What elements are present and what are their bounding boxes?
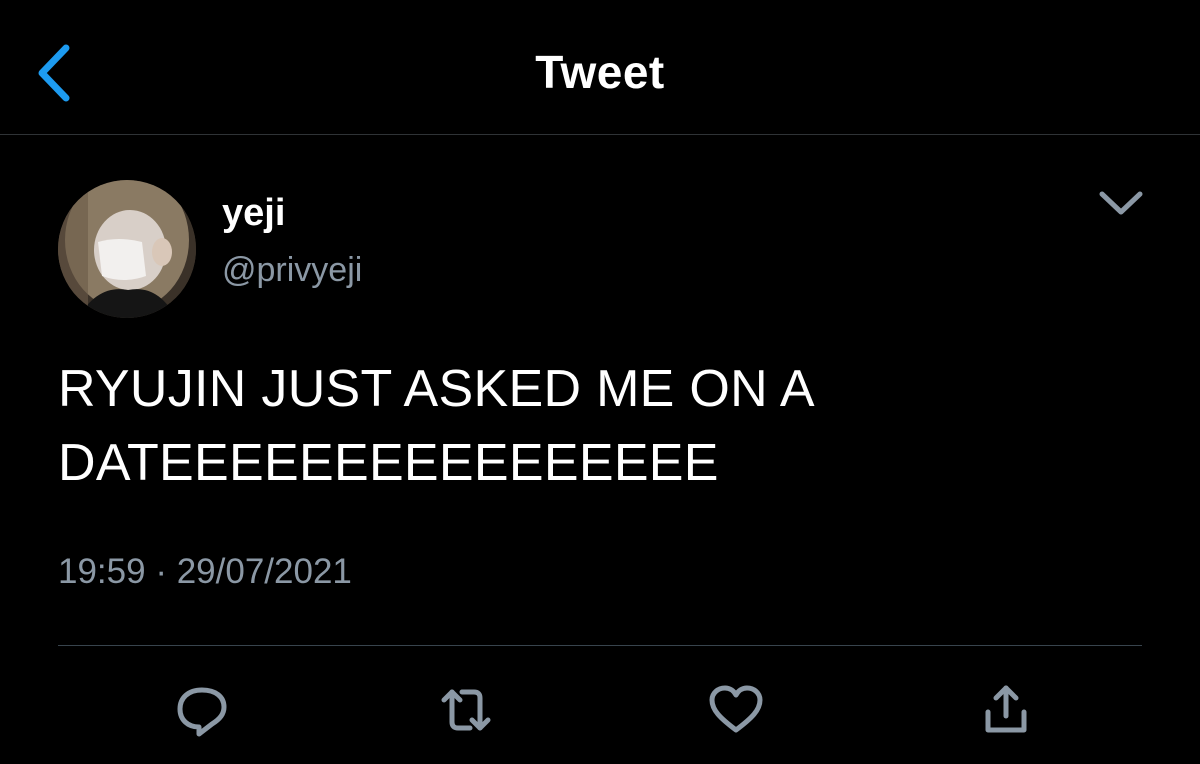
tweet-text-line: RYUJIN JUST ASKED ME ON A: [58, 360, 815, 418]
retweet-button[interactable]: [436, 682, 496, 738]
divider: [58, 645, 1142, 646]
tweet-timestamp: 19:59 · 29/07/2021: [58, 550, 352, 594]
avatar[interactable]: [58, 180, 196, 318]
page-title: Tweet: [535, 46, 665, 98]
timestamp-separator: ·: [155, 552, 167, 591]
share-icon: [985, 685, 1027, 733]
heart-icon: [709, 685, 763, 733]
tweet-text: RYUJIN JUST ASKED ME ON A DATEEEEEEEEEEE…: [58, 352, 1138, 500]
tweet-date: 29/07/2021: [176, 552, 352, 591]
author-display-name[interactable]: yeji: [222, 190, 285, 236]
reply-icon: [177, 687, 227, 737]
share-button[interactable]: [976, 682, 1036, 738]
retweet-icon: [441, 689, 491, 731]
avatar-photo: [58, 180, 196, 318]
tweet-text-line: DATEEEEEEEEEEEEEEEE: [58, 434, 719, 492]
tweet-time: 19:59: [58, 552, 146, 591]
chevron-down-icon: [1099, 191, 1143, 215]
like-button[interactable]: [706, 682, 766, 738]
top-bar: Tweet: [0, 0, 1200, 135]
tweet-menu-button[interactable]: [1096, 184, 1146, 224]
author-handle[interactable]: @privyeji: [222, 249, 362, 291]
reply-button[interactable]: [172, 682, 232, 738]
